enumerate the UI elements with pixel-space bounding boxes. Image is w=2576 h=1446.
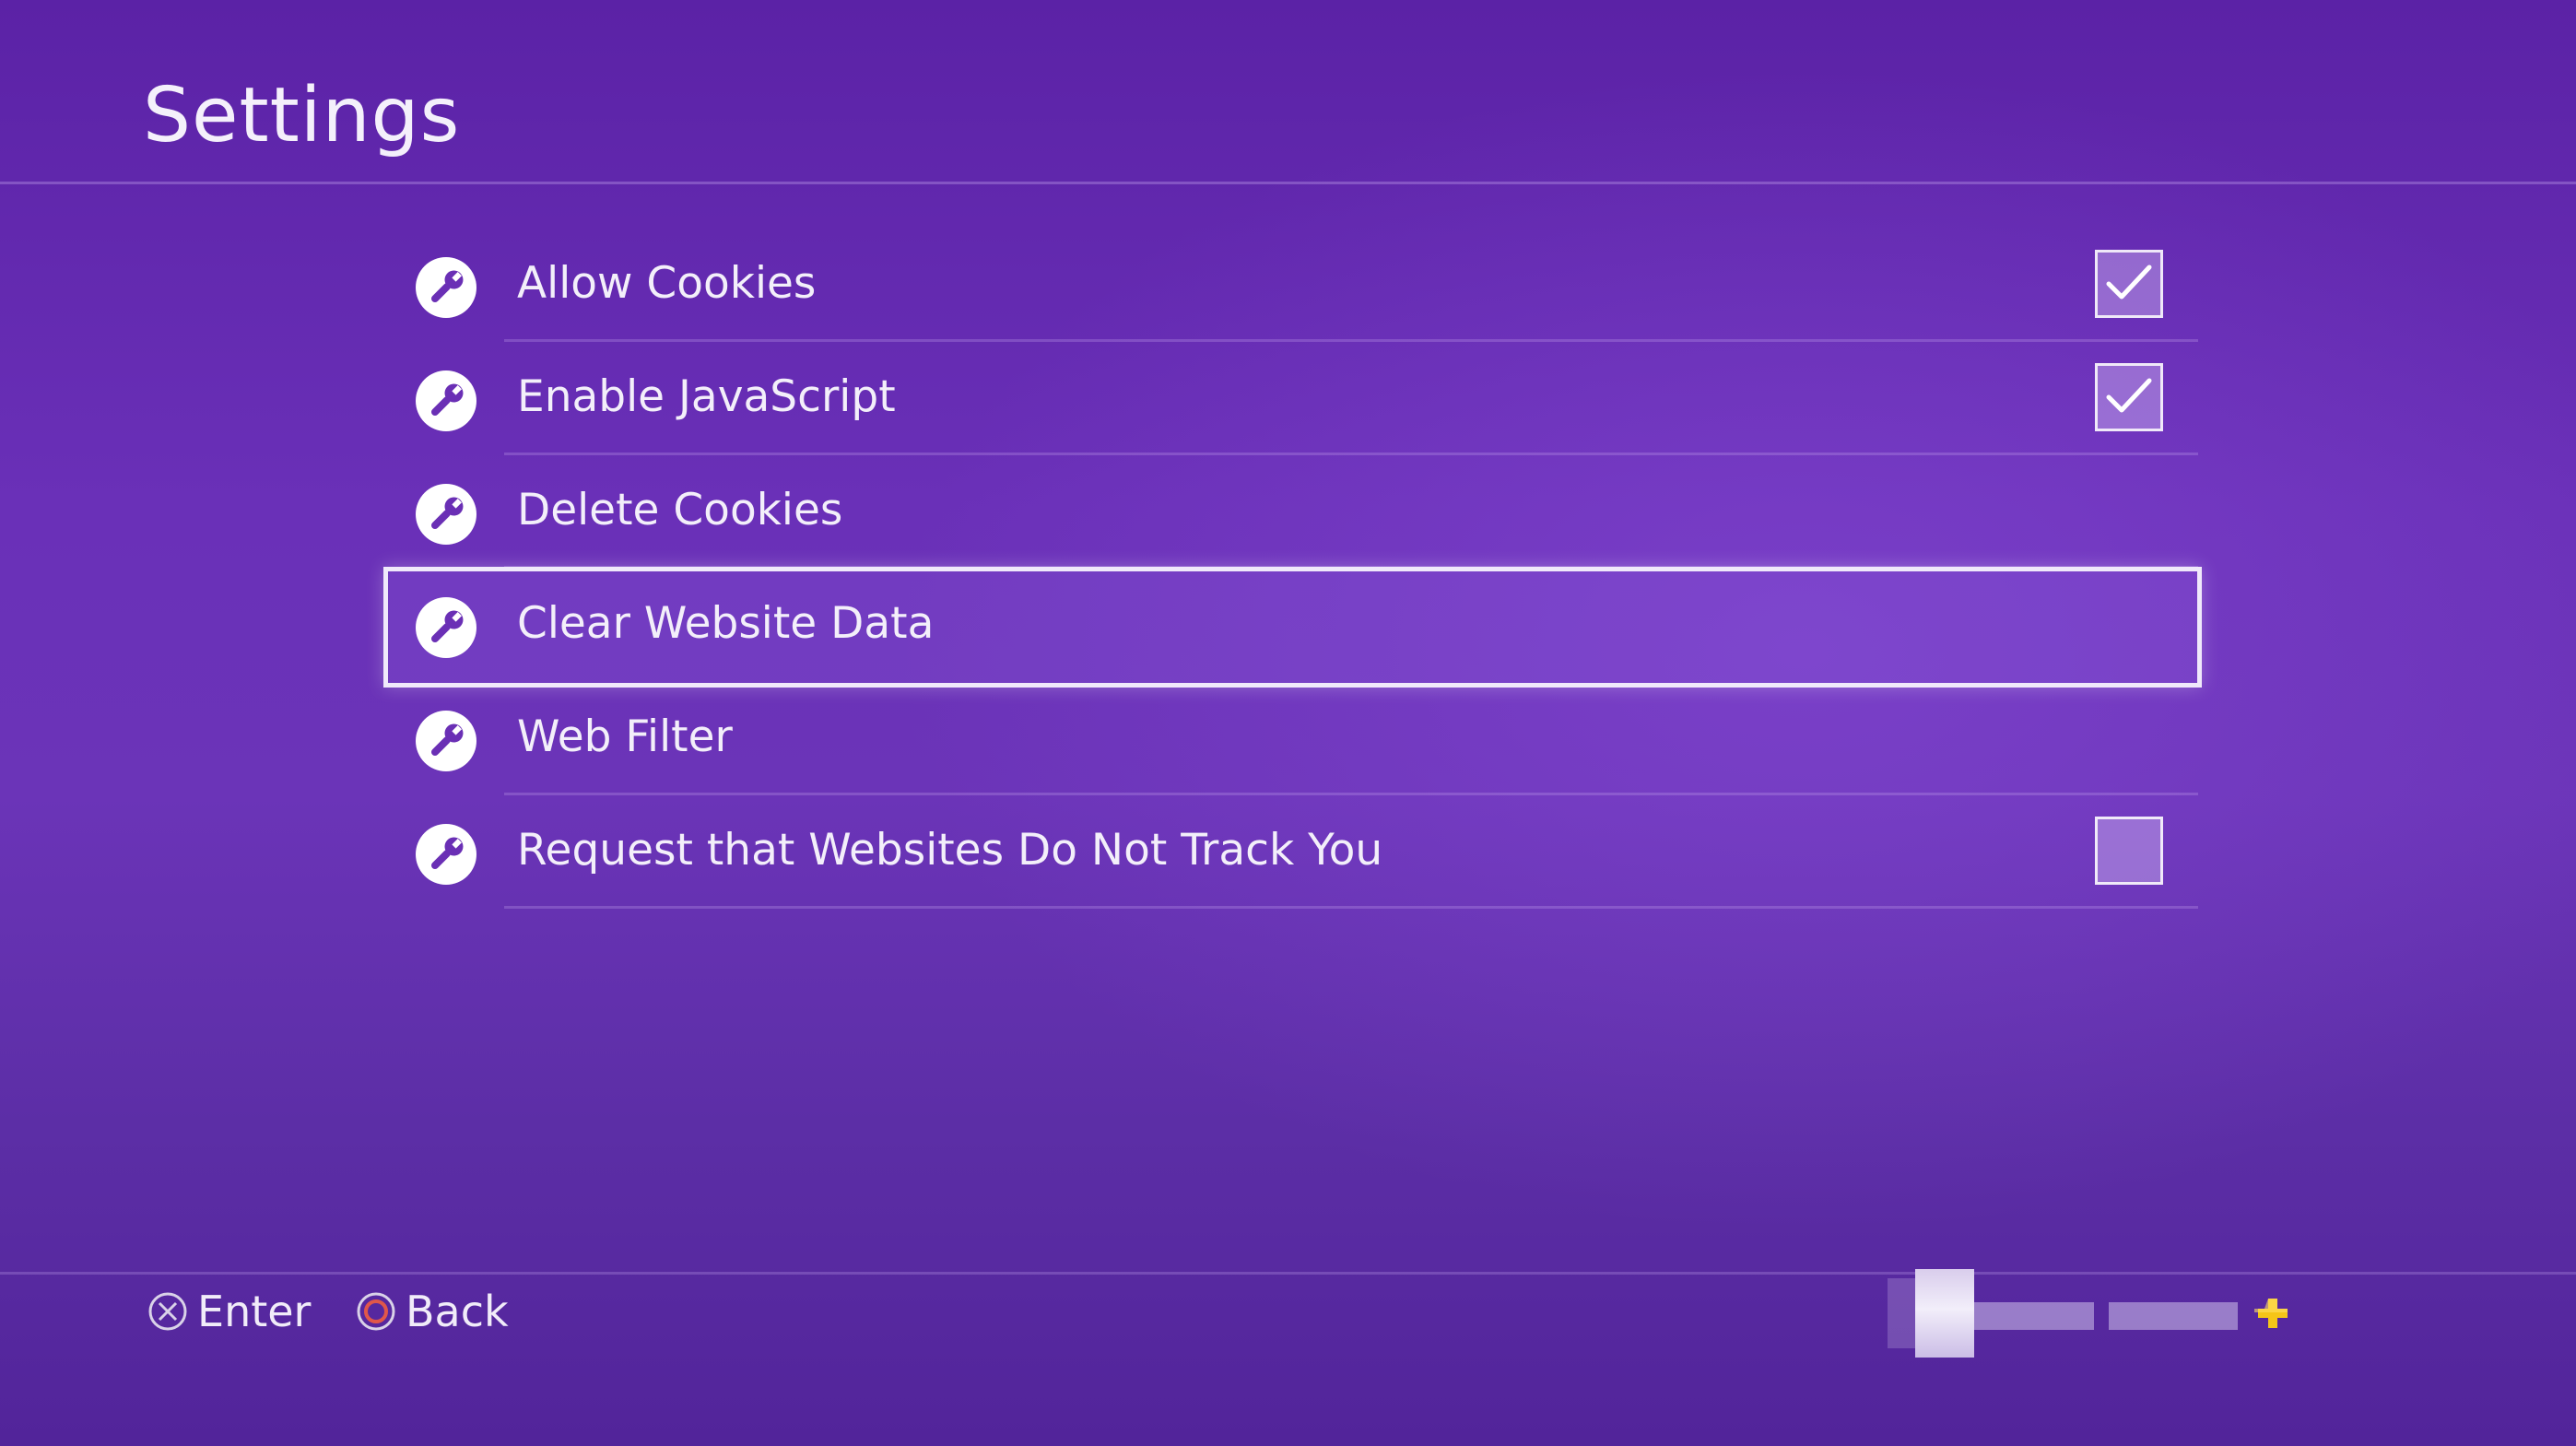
enter-hint[interactable]: Enter	[147, 1284, 311, 1339]
menu-item-label: Web Filter	[517, 711, 733, 762]
back-hint[interactable]: Back	[356, 1284, 509, 1339]
enable-javascript-checkbox[interactable]	[2095, 363, 2163, 431]
menu-item-web-filter[interactable]: Web Filter	[382, 682, 2203, 795]
avatar-icon	[1915, 1269, 1974, 1358]
wrench-icon	[416, 370, 476, 431]
playstation-plus-icon	[2254, 1299, 2288, 1328]
menu-item-label: Request that Websites Do Not Track You	[517, 825, 1383, 876]
back-label: Back	[406, 1287, 509, 1336]
avatar-pixel	[1888, 1278, 1915, 1348]
menu-item-label: Allow Cookies	[517, 258, 817, 309]
menu-item-label: Delete Cookies	[517, 485, 843, 535]
wrench-icon	[416, 824, 476, 885]
do-not-track-checkbox[interactable]	[2095, 817, 2163, 885]
checkmark-icon	[2106, 378, 2152, 413]
wrench-icon	[416, 711, 476, 771]
enter-label: Enter	[197, 1287, 312, 1336]
circle-button-icon	[357, 1292, 395, 1331]
avatar	[1888, 1269, 2256, 1358]
menu-item-label: Clear Website Data	[517, 598, 935, 649]
menu-item-allow-cookies[interactable]: Allow Cookies	[382, 229, 2203, 342]
menu-item-do-not-track[interactable]: Request that Websites Do Not Track You	[382, 795, 2203, 909]
username-pixel	[1974, 1302, 2094, 1330]
wrench-icon	[416, 484, 476, 545]
wrench-icon	[416, 257, 476, 318]
menu-item-label: Enable JavaScript	[517, 371, 896, 422]
username-pixel	[2109, 1302, 2238, 1330]
cross-button-icon	[148, 1292, 187, 1331]
menu-item-clear-website-data[interactable]: Clear Website Data	[382, 567, 2203, 688]
row-divider	[504, 906, 2198, 909]
header-divider	[0, 182, 2576, 184]
checkmark-icon	[2106, 265, 2152, 300]
settings-menu: Allow Cookies Enable JavaScript Delete C…	[382, 229, 2203, 909]
menu-item-delete-cookies[interactable]: Delete Cookies	[382, 455, 2203, 569]
menu-item-enable-javascript[interactable]: Enable JavaScript	[382, 342, 2203, 455]
wrench-icon	[416, 597, 476, 658]
page-title: Settings	[143, 72, 461, 159]
allow-cookies-checkbox[interactable]	[2095, 250, 2163, 318]
